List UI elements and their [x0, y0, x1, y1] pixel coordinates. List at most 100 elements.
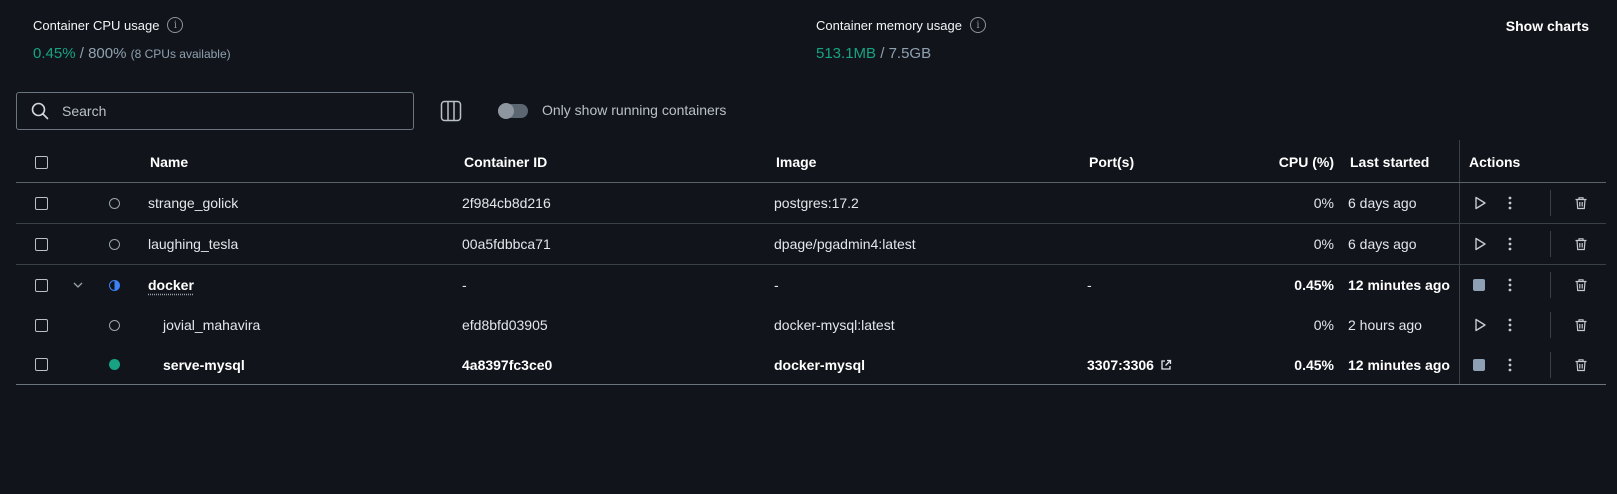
container-id: 2f984cb8d216	[462, 195, 551, 211]
container-cpu: 0.45%	[1294, 356, 1334, 373]
action-divider	[1550, 190, 1551, 216]
delete-button[interactable]	[1574, 265, 1588, 305]
table-row-group[interactable]: docker - - - 0.45% 12 minutes ago	[16, 265, 1606, 305]
delete-button[interactable]	[1574, 183, 1588, 223]
cpu-usage-title: Container CPU usage	[33, 17, 160, 33]
play-icon	[1475, 196, 1486, 210]
column-divider	[1459, 140, 1460, 182]
memory-usage-title: Container memory usage	[816, 17, 962, 33]
start-button[interactable]	[1473, 183, 1487, 223]
more-vertical-icon	[1508, 196, 1512, 210]
row-checkbox[interactable]	[35, 196, 48, 210]
columns-icon[interactable]	[440, 100, 462, 122]
table-row[interactable]: serve-mysql 4a8397fc3ce0 docker-mysql 33…	[16, 345, 1606, 385]
action-divider	[1550, 312, 1551, 338]
header-container-id[interactable]: Container ID	[464, 142, 547, 182]
stop-icon	[1473, 358, 1485, 371]
search-icon	[31, 102, 49, 120]
container-name[interactable]: strange_golick	[148, 183, 238, 223]
header-image[interactable]: Image	[776, 142, 816, 182]
search-box[interactable]	[16, 92, 414, 130]
trash-icon	[1575, 279, 1587, 292]
status-running-icon	[109, 359, 120, 370]
more-actions-button[interactable]	[1508, 265, 1512, 305]
container-id: -	[462, 277, 467, 293]
toggle-knob	[498, 103, 514, 119]
row-checkbox[interactable]	[35, 237, 48, 251]
cpu-count-note: (8 CPUs available)	[130, 47, 231, 61]
container-name[interactable]: serve-mysql	[148, 345, 245, 384]
chevron-down-icon[interactable]	[73, 282, 83, 288]
cpu-usage-value: 0.45% / 800% (8 CPUs available)	[33, 45, 231, 62]
header-last-started[interactable]: Last started	[1350, 142, 1429, 182]
container-image: -	[774, 277, 779, 293]
container-cpu: 0%	[1313, 317, 1334, 333]
container-image[interactable]: docker-mysql:latest	[774, 305, 895, 345]
header-name[interactable]: Name	[150, 142, 188, 182]
container-last-started: 12 minutes ago	[1348, 356, 1450, 373]
delete-button[interactable]	[1574, 224, 1588, 264]
table-header: Name Container ID Image Port(s) CPU (%) …	[16, 140, 1606, 183]
container-last-started: 2 hours ago	[1348, 317, 1422, 333]
memory-usage-value: 513.1MB / 7.5GB	[816, 45, 932, 62]
container-image[interactable]: docker-mysql	[774, 345, 865, 384]
container-image[interactable]: postgres:17.2	[774, 183, 859, 223]
trash-icon	[1575, 319, 1587, 332]
group-name[interactable]: docker	[148, 277, 194, 293]
more-vertical-icon	[1508, 358, 1512, 371]
info-icon[interactable]: i	[167, 17, 184, 33]
status-stopped-icon	[109, 319, 120, 331]
more-actions-button[interactable]	[1508, 345, 1512, 384]
table-row[interactable]: jovial_mahavira efd8bfd03905 docker-mysq…	[16, 305, 1606, 345]
status-stopped-icon	[109, 197, 120, 209]
status-partial-icon	[109, 279, 120, 291]
more-actions-button[interactable]	[1508, 305, 1512, 345]
container-cpu: 0.45%	[1294, 277, 1334, 293]
header-cpu[interactable]: CPU (%)	[1216, 142, 1334, 182]
container-id: 4a8397fc3ce0	[462, 356, 553, 373]
more-vertical-icon	[1508, 318, 1512, 332]
container-ports: -	[1087, 277, 1092, 293]
search-input[interactable]	[60, 102, 384, 120]
more-actions-button[interactable]	[1508, 224, 1512, 264]
container-id: 00a5fdbbca71	[462, 236, 551, 252]
external-link-icon[interactable]	[1160, 359, 1172, 371]
trash-icon	[1575, 358, 1587, 371]
table-row[interactable]: strange_golick 2f984cb8d216 postgres:17.…	[16, 183, 1606, 224]
container-cpu: 0%	[1313, 236, 1334, 252]
container-last-started: 6 days ago	[1348, 195, 1417, 211]
action-divider	[1550, 272, 1551, 298]
play-icon	[1475, 237, 1486, 251]
stop-button[interactable]	[1473, 265, 1485, 305]
start-button[interactable]	[1473, 224, 1487, 264]
stop-icon	[1473, 279, 1485, 291]
header-actions: Actions	[1469, 154, 1521, 170]
trash-icon	[1575, 238, 1587, 251]
play-icon	[1475, 318, 1486, 332]
row-checkbox[interactable]	[35, 358, 48, 371]
more-vertical-icon	[1508, 237, 1512, 251]
more-actions-button[interactable]	[1508, 183, 1512, 223]
delete-button[interactable]	[1574, 345, 1588, 384]
action-divider	[1550, 352, 1551, 378]
container-image[interactable]: dpage/pgadmin4:latest	[774, 224, 916, 264]
start-button[interactable]	[1473, 305, 1487, 345]
row-checkbox[interactable]	[35, 318, 48, 332]
header-ports[interactable]: Port(s)	[1089, 142, 1134, 182]
table-row[interactable]: laughing_tesla 00a5fdbbca71 dpage/pgadmi…	[16, 224, 1606, 265]
container-cpu: 0%	[1313, 195, 1334, 211]
container-name[interactable]: jovial_mahavira	[148, 305, 260, 345]
port-link[interactable]: 3307:3306	[1087, 357, 1154, 373]
container-name[interactable]: laughing_tesla	[148, 224, 238, 264]
more-vertical-icon	[1508, 278, 1512, 292]
show-charts-button[interactable]: Show charts	[1506, 18, 1589, 34]
containers-table: Name Container ID Image Port(s) CPU (%) …	[16, 140, 1606, 385]
running-only-toggle[interactable]	[498, 103, 528, 119]
stop-button[interactable]	[1473, 345, 1485, 384]
row-checkbox[interactable]	[35, 278, 48, 292]
delete-button[interactable]	[1574, 305, 1588, 345]
select-all-checkbox[interactable]	[35, 155, 48, 169]
trash-icon	[1575, 197, 1587, 210]
running-only-label: Only show running containers	[542, 102, 727, 118]
info-icon[interactable]: i	[969, 17, 986, 33]
